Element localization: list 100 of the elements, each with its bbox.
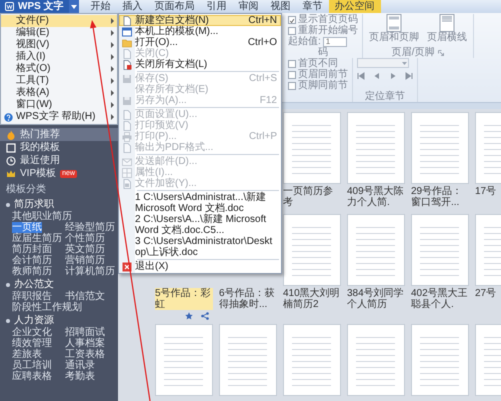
document-thumbnail[interactable]	[347, 112, 405, 184]
menu-item[interactable]: 插入(I)	[1, 51, 117, 63]
category-link[interactable]: 辞职报告	[12, 291, 52, 302]
menu-item[interactable]: 3 C:\Users\Administrator\Desktop\上诉状.doc	[119, 236, 281, 258]
checkbox[interactable]: 重新开始编号	[288, 25, 358, 36]
menu-item[interactable]: 退出(X)	[119, 261, 281, 272]
category-link[interactable]: 差旅表	[12, 349, 42, 360]
menu-item[interactable]: 关闭所有文档(L)	[119, 59, 281, 70]
document-thumbnail[interactable]	[283, 324, 341, 396]
category-link[interactable]: 企业文化	[12, 327, 52, 338]
category-link[interactable]: 招聘面试	[65, 327, 105, 338]
flame-icon	[6, 130, 16, 140]
menu-item[interactable]: 1 C:\Users\Administrat...\新建 Microsoft Word 文档.doc	[119, 192, 281, 214]
template-caption[interactable]: 409号黑大陈力个人简.	[347, 186, 405, 208]
document-thumbnail[interactable]	[411, 214, 469, 286]
menu-item[interactable]: 2 C:\Users\A...\新建 Microsoft Word 文档.doc.C5...	[119, 214, 281, 236]
menu-item[interactable]: 打开(O)... Ctrl+O	[119, 37, 281, 48]
document-thumbnail[interactable]	[155, 324, 213, 396]
category-link[interactable]: 阶段性工作规划	[12, 302, 82, 313]
shortcut-text: Ctrl+O	[248, 37, 277, 48]
document-thumbnail[interactable]	[283, 112, 341, 184]
sidebar-item[interactable]: 我的模板	[0, 141, 118, 154]
document-thumbnail[interactable]	[347, 324, 405, 396]
category-heading: 办公范文	[14, 279, 54, 290]
menu-item[interactable]: 格式(O)	[1, 63, 117, 75]
app-menu-button[interactable]: WPS 文字	[0, 0, 69, 13]
category-heading: 简历求职	[14, 199, 54, 210]
dropdown-button[interactable]	[68, 0, 79, 13]
share-icon	[201, 312, 209, 320]
checkbox[interactable]: 页脚同前节	[288, 80, 348, 91]
document-icon	[122, 142, 132, 152]
menu-item[interactable]: 工具(T)	[1, 75, 117, 87]
category-link[interactable]: 员工培训	[12, 360, 52, 371]
checkbox[interactable]: 首页不同	[288, 58, 348, 69]
ribbon-tab[interactable]: 章节	[296, 0, 329, 13]
document-mark-icon	[122, 60, 132, 70]
folder-icon	[122, 38, 132, 48]
checkbox[interactable]: 页眉同前节	[288, 69, 348, 80]
template-caption[interactable]: 6号作品：获得抽象时...	[219, 288, 277, 310]
caret-icon	[70, 4, 77, 8]
document-thumbnail[interactable]	[219, 324, 277, 396]
checkbox[interactable]: 显示首页页码	[288, 14, 358, 25]
menu-item[interactable]: WPS文字 帮助(H)	[1, 111, 117, 123]
category-link[interactable]: 人事档案	[65, 338, 105, 349]
category-link[interactable]: 书信范文	[65, 291, 105, 302]
ribbon-tab[interactable]: 审阅	[232, 0, 265, 13]
ribbon-button[interactable]: 页眉和页脚	[367, 14, 421, 43]
bullet-icon	[6, 282, 10, 286]
category-link[interactable]: 英文简历	[65, 244, 105, 255]
document-thumbnail[interactable]	[283, 214, 341, 286]
document-thumbnail[interactable]	[347, 214, 405, 286]
template-caption[interactable]: 5号作品：彩虹	[155, 288, 213, 310]
template-caption[interactable]: 29号作品：窗口驾开...	[411, 186, 469, 208]
category-link[interactable]: 个性简历	[65, 233, 105, 244]
template-caption[interactable]: 一页简历参考	[283, 186, 341, 208]
menu-item[interactable]: 文件(F)	[1, 15, 117, 27]
menu-item[interactable]: 表格(A)	[1, 87, 117, 99]
ribbon-tab[interactable]: 插入	[116, 0, 149, 13]
template-caption[interactable]: 27号	[475, 288, 496, 299]
ribbon-tab[interactable]: 办公空间	[328, 0, 381, 13]
ribbon-button[interactable]: 页眉横线	[425, 14, 469, 43]
ribbon-tab[interactable]: 视图	[264, 0, 297, 13]
category-link[interactable]: 教师简历	[12, 266, 52, 277]
logo-icon	[5, 2, 14, 11]
category-link[interactable]: 考勤表	[65, 371, 95, 382]
category-link[interactable]: 简历封面	[12, 244, 52, 255]
category-link[interactable]: 应聘表格	[12, 371, 52, 382]
ribbon-tab[interactable]: 引用	[200, 0, 233, 13]
sidebar-item[interactable]: 最近使用	[0, 154, 118, 167]
category-link[interactable]: 计算机简历	[65, 266, 115, 277]
section-dropdown[interactable]	[357, 58, 409, 68]
group-label: 定位章节	[364, 91, 406, 102]
category-link[interactable]: 其他职业简历	[12, 211, 72, 222]
category-link[interactable]: 一页纸	[12, 222, 42, 233]
ribbon-tab[interactable]: 开始	[84, 0, 117, 13]
ribbon-tab[interactable]: 页面布局	[148, 0, 201, 13]
category-link[interactable]: 经验型简历	[65, 222, 115, 233]
menu-item[interactable]: 视图(V)	[1, 39, 117, 51]
template-caption[interactable]: 410黑大刘明楠简历2	[283, 288, 341, 310]
category-link[interactable]: 通讯录	[65, 360, 95, 371]
template-caption[interactable]: 17号	[475, 186, 496, 197]
help-icon	[4, 112, 13, 122]
category-link[interactable]: 绩效管理	[12, 338, 52, 349]
start-value-field[interactable]: 1	[322, 36, 347, 46]
category-link[interactable]: 会计简历	[12, 255, 52, 266]
menu-item[interactable]: 本机上的模板(M)...	[119, 26, 281, 37]
menu-item[interactable]: 新建空白文档(N) Ctrl+N	[119, 15, 281, 26]
category-link[interactable]: 应届生简历	[12, 233, 62, 244]
bullet-icon	[6, 318, 10, 322]
document-thumbnail[interactable]	[411, 324, 469, 396]
dialog-launcher-icon	[438, 50, 444, 56]
menu-item[interactable]: 窗口(W)	[1, 99, 117, 111]
bullet-icon	[6, 202, 10, 206]
sidebar-item[interactable]: 热门推荐	[0, 128, 118, 141]
template-caption[interactable]: 384号刘同学个人简历	[347, 288, 405, 310]
template-caption[interactable]: 402号黑大王聪县个人.	[411, 288, 469, 310]
document-thumbnail[interactable]	[411, 112, 469, 184]
category-link[interactable]: 工资表格	[65, 349, 105, 360]
menu-item[interactable]: 编辑(E)	[1, 27, 117, 39]
category-link[interactable]: 营销简历	[65, 255, 105, 266]
